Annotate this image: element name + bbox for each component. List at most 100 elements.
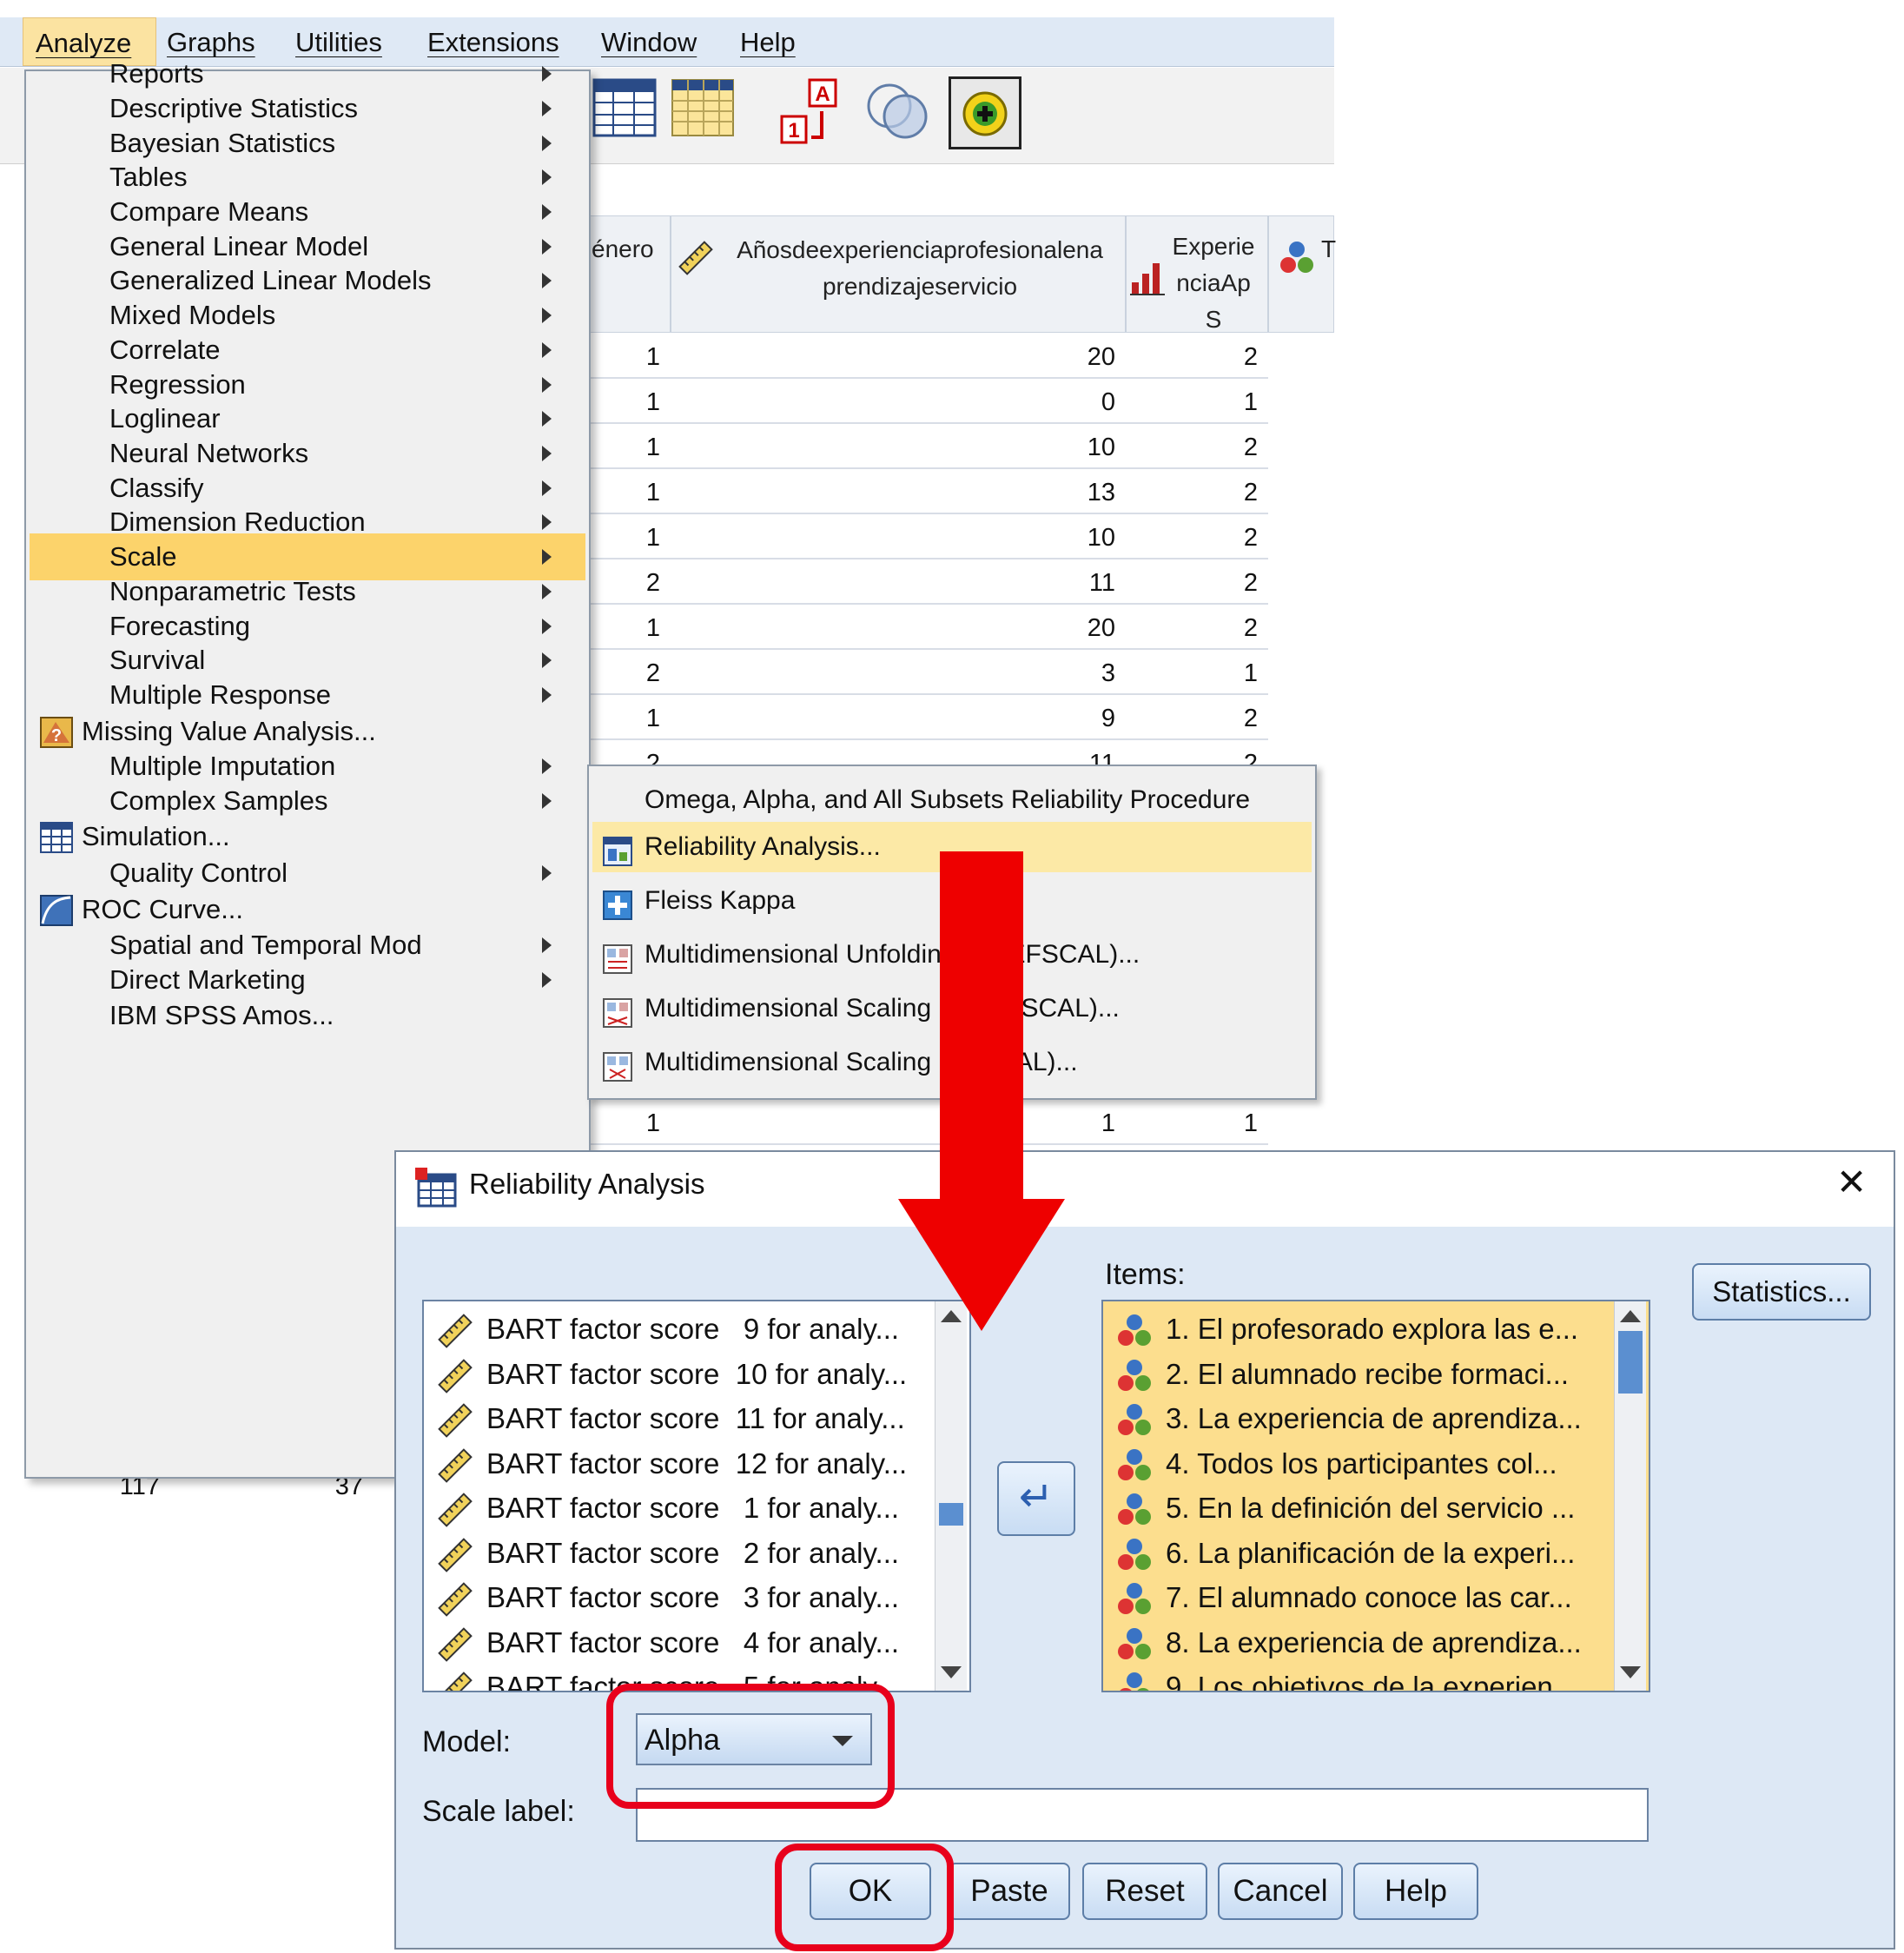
submenu-arrow-icon <box>542 865 552 881</box>
move-arrow-button[interactable]: ↵ <box>997 1461 1075 1536</box>
cancel-button[interactable]: Cancel <box>1218 1863 1343 1920</box>
grid-row-cell[interactable]: 2 <box>587 561 671 605</box>
fleiss-kappa-icon <box>603 887 632 920</box>
column-header-line1: Añosdeexperienciaprofesionalena <box>737 236 1103 263</box>
ruler-icon <box>678 241 713 275</box>
grid-row-cell[interactable]: 2 <box>1126 561 1268 605</box>
list-item-label: 8. La experiencia de aprendiza... <box>1166 1625 1582 1658</box>
list-item-label: BART factor score 2 for analy... <box>486 1536 900 1569</box>
ruler-icon <box>436 1314 474 1348</box>
list-item-label: 3. La experiencia de aprendiza... <box>1166 1402 1582 1434</box>
submenu-item-omega-alpha-and-all-subsets-reliability-procedure[interactable]: Omega, Alpha, and All Subsets Reliabilit… <box>592 775 1312 825</box>
grid-row-cell[interactable]: 9 <box>671 697 1126 740</box>
items-list[interactable]: 1. El profesorado explora las e... 2. El … <box>1101 1300 1650 1692</box>
dialog-title-bar: Reliability Analysis ✕ <box>396 1152 1894 1227</box>
use-sets-icon[interactable] <box>863 76 933 146</box>
grid-row-cell[interactable]: 2 <box>1126 606 1268 650</box>
help-button[interactable]: Help <box>1353 1863 1478 1920</box>
svg-text:1: 1 <box>788 119 799 142</box>
grid-row-cell[interactable]: 0 <box>671 381 1126 424</box>
column-header-line1: Experie <box>1172 233 1255 260</box>
menu-help[interactable]: Help <box>740 17 796 66</box>
menu-item-ibm-spss-amos[interactable]: IBM SPSS Amos... <box>30 992 585 1039</box>
scroll-down-icon[interactable] <box>941 1666 962 1678</box>
ruler-icon <box>436 1626 474 1662</box>
submenu-arrow-icon <box>542 619 552 634</box>
submenu-arrow-icon <box>542 446 552 461</box>
grid-row-cell[interactable]: 11 <box>671 561 1126 605</box>
value-labels-icon[interactable]: A1 <box>778 76 848 146</box>
grid-row-cell[interactable]: 1 <box>587 426 671 469</box>
menu-item-label: IBM SPSS Amos... <box>109 1000 334 1030</box>
nominal-icon <box>1115 1314 1154 1348</box>
grid-row-cell[interactable]: 1 <box>587 697 671 740</box>
grid-row-cell[interactable]: 1 <box>1126 381 1268 424</box>
grid-row-cell[interactable]: 20 <box>671 335 1126 379</box>
submenu-arrow-icon <box>542 101 552 116</box>
reset-button[interactable]: Reset <box>1082 1863 1207 1920</box>
items-label: Items: <box>1105 1258 1186 1291</box>
grid-row-cell[interactable]: 1 <box>1126 652 1268 695</box>
submenu-arrow-icon <box>542 308 552 323</box>
items-list-scrollbar[interactable] <box>1614 1301 1646 1691</box>
simulation-icon <box>40 821 73 853</box>
grid-row-cell[interactable]: 13 <box>671 471 1126 514</box>
data-grid-icon[interactable] <box>671 76 740 146</box>
grid-row-cell[interactable]: 2 <box>1126 516 1268 559</box>
nominal-icon <box>1115 1359 1154 1394</box>
grid-row-cell[interactable]: 2 <box>1126 697 1268 740</box>
submenu-arrow-icon <box>542 937 552 953</box>
column-header-t[interactable]: T <box>1268 215 1336 333</box>
submenu-arrow-icon <box>542 972 552 988</box>
grid-row-cell[interactable]: 1 <box>587 1102 671 1145</box>
grid-row-cell[interactable]: 1 <box>587 606 671 650</box>
grid-row-cell[interactable]: 20 <box>671 606 1126 650</box>
grid-row-cell[interactable]: 2 <box>1126 471 1268 514</box>
submenu-arrow-icon <box>542 273 552 288</box>
column-header-experience-years[interactable]: Añosdeexperienciaprofesionalena prendiza… <box>671 215 1126 333</box>
submenu-arrow-icon <box>542 136 552 151</box>
column-header-line2: prendizajeservicio <box>822 273 1018 300</box>
grid-row-cell[interactable]: 1 <box>1126 1102 1268 1145</box>
grid-row-cell[interactable]: 1 <box>587 335 671 379</box>
list-item-label: 9. Los objetivos de la experien... <box>1166 1671 1577 1692</box>
nominal-icon <box>1280 242 1313 273</box>
reliability-analysis-dialog: Reliability Analysis ✕ BART factor score… <box>394 1150 1895 1950</box>
prefscal-icon <box>603 941 632 974</box>
grid-row-cell[interactable]: 2 <box>1126 426 1268 469</box>
menu-window[interactable]: Window <box>601 17 697 66</box>
scroll-thumb[interactable] <box>939 1503 963 1526</box>
source-list-scrollbar[interactable] <box>935 1301 967 1691</box>
reliability-icon <box>603 833 632 866</box>
grid-row-cell[interactable]: 1 <box>587 471 671 514</box>
statistics-button[interactable]: Statistics... <box>1692 1263 1871 1321</box>
list-item-label: BART factor score 3 for analy... <box>486 1581 900 1613</box>
grid-row-cell[interactable]: 2 <box>1126 335 1268 379</box>
grid-row-cell[interactable]: 1 <box>587 516 671 559</box>
column-header-experiencia-aps[interactable]: Experie nciaAp S <box>1126 215 1268 333</box>
paste-button[interactable]: Paste <box>949 1863 1070 1920</box>
submenu-item-label: Omega, Alpha, and All Subsets Reliabilit… <box>645 785 1251 814</box>
submenu-arrow-icon <box>542 687 552 703</box>
bar-chart-icon <box>1130 263 1165 295</box>
nominal-icon <box>1115 1403 1154 1438</box>
nominal-icon <box>1115 1448 1154 1483</box>
add-extension-icon[interactable] <box>949 76 1021 149</box>
scroll-down-icon[interactable] <box>1620 1666 1641 1678</box>
grid-row-cell[interactable]: 2 <box>587 652 671 695</box>
grid-row-cell[interactable]: 3 <box>671 652 1126 695</box>
svg-text:A: A <box>815 83 830 106</box>
close-icon[interactable]: ✕ <box>1836 1161 1867 1203</box>
grid-row-cell[interactable]: 10 <box>671 516 1126 559</box>
grid-row-cell[interactable]: 10 <box>671 426 1126 469</box>
list-item-label: 5. En la definición del servicio ... <box>1166 1492 1576 1524</box>
variables-grid-icon[interactable] <box>592 76 662 146</box>
ruler-icon <box>436 1447 474 1483</box>
column-header-genero[interactable]: énero <box>587 215 671 333</box>
source-variable-list[interactable]: BART factor score 9 for analy... BART fac… <box>422 1300 971 1692</box>
scroll-thumb[interactable] <box>1618 1331 1643 1394</box>
submenu-arrow-icon <box>542 66 552 82</box>
grid-row-cell[interactable]: 1 <box>587 381 671 424</box>
scroll-up-icon[interactable] <box>1620 1310 1641 1322</box>
submenu-arrow-icon <box>542 584 552 599</box>
